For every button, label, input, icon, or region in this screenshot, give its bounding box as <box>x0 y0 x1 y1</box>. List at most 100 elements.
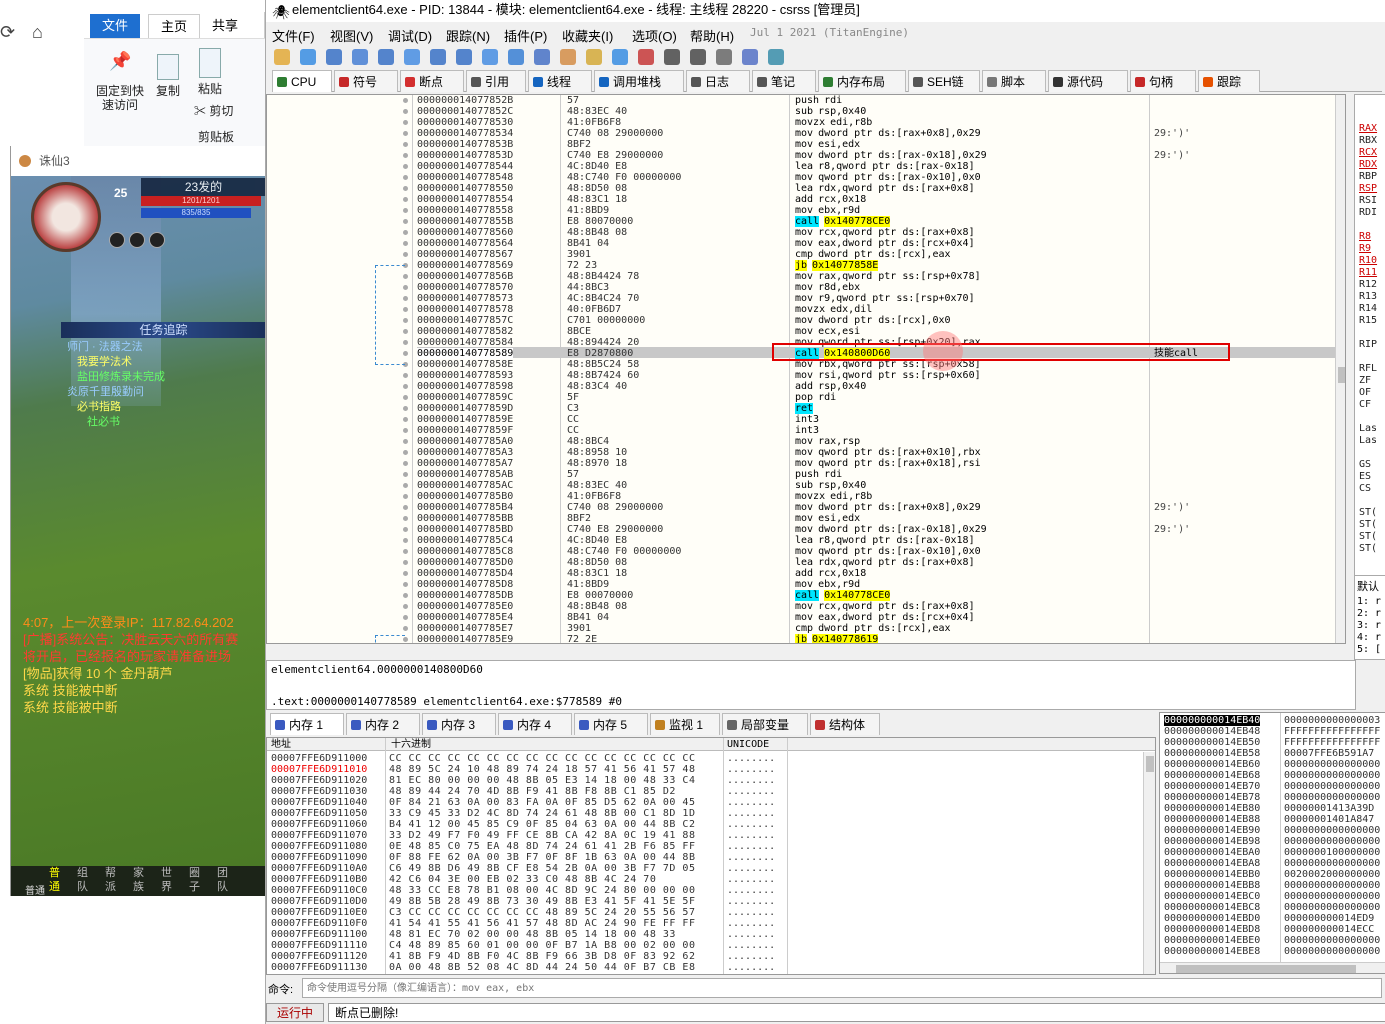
disasm-row[interactable]: 00000001407785BD C740 E8 29000000 mov dword… <box>267 524 1339 535</box>
disasm-row[interactable]: 000000014077852C 48:83EC 40 sub rsp,0x40 <box>267 106 1339 117</box>
register-label[interactable]: Las <box>1359 435 1377 446</box>
register-label[interactable]: RDX <box>1359 159 1377 170</box>
disasm-row[interactable]: 000000014077859F CC int3 <box>267 425 1339 436</box>
disasm-row[interactable]: 0000000140778570 44:8BC3 mov r8d,ebx <box>267 282 1339 293</box>
breakpoint-dot[interactable] <box>403 208 408 213</box>
disasm-row[interactable]: 00000001407785E4 8B41 04 mov eax,dword ptr … <box>267 612 1339 623</box>
register-label[interactable]: ST( <box>1359 543 1377 554</box>
callstack-row[interactable]: 3: r <box>1357 620 1381 631</box>
menu-item[interactable]: 视图(V) <box>330 26 373 45</box>
toolbar-button[interactable] <box>326 49 342 65</box>
breakpoint-dot[interactable] <box>403 384 408 389</box>
disasm-row[interactable]: 000000014077853B 8BF2 mov esi,edx <box>267 139 1339 150</box>
register-label[interactable]: R10 <box>1359 255 1377 266</box>
stack-hscroll[interactable] <box>1160 962 1385 973</box>
dump-tab-4[interactable]: 内存 4 <box>498 713 572 735</box>
disasm-row[interactable]: 00000001407785D0 48:8D50 08 lea rdx,qword p… <box>267 557 1339 568</box>
copy-button[interactable]: 复制 <box>152 54 184 98</box>
stack-row[interactable]: 000000000014EBB0 0020002000000000 <box>1160 869 1385 880</box>
dump-row[interactable]: 00007FFE6D911090 0F 88 FE 62 0A 00 3B F7 … <box>267 852 1147 863</box>
dump-row[interactable]: 00007FFE6D9110B0 42 C6 04 3E 00 EB 02 33 … <box>267 874 1147 885</box>
menu-item[interactable]: 文件(F) <box>272 26 315 45</box>
toolbar-button[interactable] <box>560 49 576 65</box>
menu-item[interactable]: 插件(P) <box>504 26 547 45</box>
menu-item[interactable]: 收藏夹(I) <box>562 26 613 45</box>
breakpoint-dot[interactable] <box>403 549 408 554</box>
disasm-row[interactable]: 0000000140778550 48:8D50 08 lea rdx,qword p… <box>267 183 1339 194</box>
register-label[interactable]: RDI <box>1359 207 1377 218</box>
quest-item[interactable]: 盐田修炼录未完成 <box>67 370 237 385</box>
disasm-row[interactable]: 00000001407785E7 3901 cmp dword ptr ds:[rcx… <box>267 623 1339 634</box>
dump-tab-5[interactable]: 内存 5 <box>574 713 648 735</box>
ribbon-tab-share[interactable]: 共享 <box>200 14 250 38</box>
dump-row[interactable]: 00007FFE6D911050 33 C9 45 33 D2 4C 8D 74 … <box>267 808 1147 819</box>
toolbar-button[interactable] <box>300 49 316 65</box>
tab-6[interactable]: 调用堆栈 <box>594 70 684 92</box>
register-label[interactable]: GS <box>1359 459 1371 470</box>
register-label[interactable]: ST( <box>1359 519 1377 530</box>
dump-row[interactable]: 00007FFE6D9110D0 49 8B 5B 28 49 8B 73 30 … <box>267 896 1147 907</box>
disasm-row[interactable]: 0000000140778530 41:0FB6F8 movzx edi,r8b <box>267 117 1339 128</box>
ribbon-tab-home[interactable]: 主页 <box>148 14 201 38</box>
toolbar-button[interactable] <box>716 49 732 65</box>
breakpoint-dot[interactable] <box>403 439 408 444</box>
tab-14[interactable]: 跟踪 <box>1198 70 1260 92</box>
disasm-row[interactable]: 00000001407785AC 48:83EC 40 sub rsp,0x40 <box>267 480 1339 491</box>
register-label[interactable]: RSP <box>1359 183 1377 194</box>
menu-item[interactable]: 选项(O) <box>632 26 677 45</box>
register-label[interactable]: R11 <box>1359 267 1377 278</box>
disasm-row[interactable]: 0000000140778598 48:83C4 40 add rsp,0x40 <box>267 381 1339 392</box>
dump-row[interactable]: 00007FFE6D911110 C4 48 89 85 60 01 00 00 … <box>267 940 1147 951</box>
tab-10[interactable]: SEH链 <box>908 70 980 92</box>
register-label[interactable]: RAX <box>1359 123 1377 134</box>
disasm-row[interactable]: 000000014077856B 48:8B4424 78 mov rax,qword… <box>267 271 1339 282</box>
disasm-row[interactable]: 0000000140778554 48:83C1 18 add rcx,0x18 <box>267 194 1339 205</box>
stack-row[interactable]: 000000000014EB80 00000001413A39D <box>1160 803 1385 814</box>
dump-row[interactable]: 00007FFE6D9110A0 C6 49 8B D6 49 8B CF E8 … <box>267 863 1147 874</box>
toolbar-button[interactable] <box>664 49 680 65</box>
register-label[interactable]: R12 <box>1359 279 1377 290</box>
disasm-row[interactable]: 0000000140778548 48:C740 F0 00000000 mov qw… <box>267 172 1339 183</box>
register-label[interactable]: CF <box>1359 399 1371 410</box>
register-label[interactable]: RSI <box>1359 195 1377 206</box>
dump-row[interactable]: 00007FFE6D911060 B4 41 12 00 45 85 C9 0F … <box>267 819 1147 830</box>
chat-tab[interactable]: 帮派 <box>105 866 116 894</box>
toolbar-button[interactable] <box>612 49 628 65</box>
tab-5[interactable]: 线程 <box>528 70 592 92</box>
callstack-panel[interactable]: 默认 1: r 2: r 3: r 4: r 5: [ <box>1354 575 1385 660</box>
disasm-row[interactable]: 00000001407785C8 48:C740 F0 00000000 mov qw… <box>267 546 1339 557</box>
breakpoint-dot[interactable] <box>403 560 408 565</box>
register-label[interactable]: R9 <box>1359 243 1371 254</box>
toolbar-button[interactable] <box>378 49 394 65</box>
register-label[interactable]: ZF <box>1359 375 1371 386</box>
breakpoint-dot[interactable] <box>403 406 408 411</box>
tab-1[interactable]: CPU <box>272 70 332 92</box>
disasm-row[interactable]: 00000001407785B0 41:0FB6F8 movzx edi,r8b <box>267 491 1339 502</box>
quest-item[interactable]: 社必书 <box>67 415 237 430</box>
disasm-row[interactable]: 0000000140778582 8BCE mov ecx,esi <box>267 326 1339 337</box>
disasm-row[interactable]: 00000001407785A7 48:8970 18 mov qword ptr d… <box>267 458 1339 469</box>
breakpoint-dot[interactable] <box>403 230 408 235</box>
callstack-row[interactable]: 4: r <box>1357 632 1381 643</box>
menu-item[interactable]: 帮助(H) <box>690 26 734 45</box>
stack-row[interactable]: 000000000014EB98 0000000000000000 <box>1160 836 1385 847</box>
stack-row[interactable]: 000000000014EB68 0000000000000000 <box>1160 770 1385 781</box>
breakpoint-dot[interactable] <box>403 461 408 466</box>
breakpoint-dot[interactable] <box>403 582 408 587</box>
chat-channel-label[interactable]: 普通 <box>25 882 45 896</box>
dump-row[interactable]: 00007FFE6D9110F0 41 54 41 55 41 56 41 57 … <box>267 918 1147 929</box>
breakpoint-dot[interactable] <box>403 241 408 246</box>
toolbar-button[interactable] <box>534 49 550 65</box>
stack-row[interactable]: 000000000014EBA8 0000000000000000 <box>1160 858 1385 869</box>
breakpoint-dot[interactable] <box>403 483 408 488</box>
refresh-icon[interactable]: ⟳ <box>0 22 15 43</box>
dump-row[interactable]: 00007FFE6D911130 0A 00 48 8B 52 08 4C 8D … <box>267 962 1147 973</box>
breakpoint-dot[interactable] <box>403 109 408 114</box>
tab-8[interactable]: 笔记 <box>752 70 816 92</box>
stack-row[interactable]: 000000000014EB50 FFFFFFFFFFFFFFFF <box>1160 737 1385 748</box>
game-window[interactable]: 诛仙3 25 23发的 1201/1201 835/835 任务追踪 师门 · … <box>10 146 265 896</box>
disasm-row[interactable]: 0000000140778564 8B41 04 mov eax,dword ptr … <box>267 238 1339 249</box>
stack-row[interactable]: 000000000014EBC8 0000000000000000 <box>1160 902 1385 913</box>
team-icon[interactable] <box>109 232 125 248</box>
tab-3[interactable]: 断点 <box>400 70 464 92</box>
